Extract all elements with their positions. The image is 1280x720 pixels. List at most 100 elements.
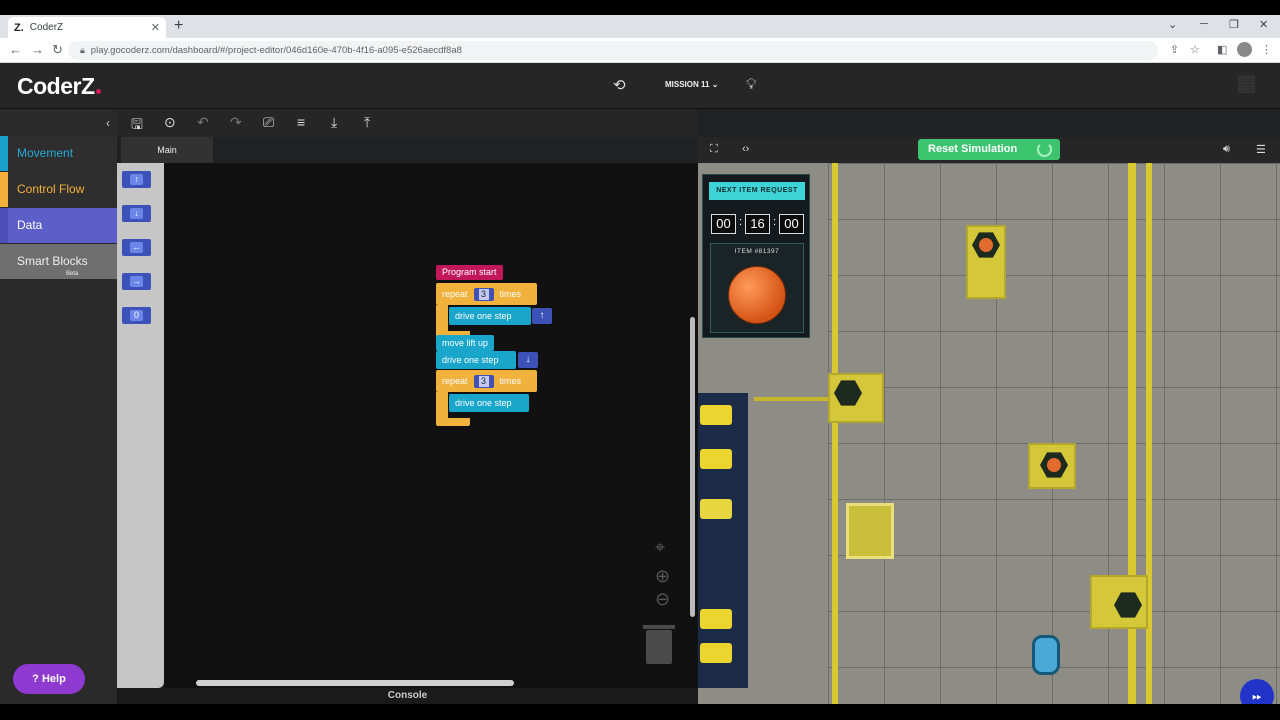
lock-icon: 🔒︎	[80, 45, 85, 55]
bookmark-star-icon[interactable]: ☆	[1190, 43, 1200, 56]
hex-marker	[1114, 592, 1142, 618]
arrow-left-icon: ←	[130, 242, 143, 253]
item-label: ITEM #81397	[734, 248, 780, 255]
warehouse-floor	[828, 163, 1280, 704]
recenter-icon[interactable]: ⌖	[655, 537, 665, 558]
robot	[1032, 635, 1060, 675]
undo-icon[interactable]: ↶	[197, 114, 209, 131]
back-icon[interactable]: ←	[9, 42, 22, 57]
flyout-block-right[interactable]: →	[122, 273, 151, 290]
console-toggle[interactable]: Console	[117, 688, 698, 704]
horizontal-scrollbar[interactable]	[196, 680, 514, 686]
minimize-icon[interactable]: ─	[1200, 18, 1208, 30]
beta-badge: Beta	[66, 271, 79, 277]
cast-icon[interactable]: ⎚	[263, 114, 274, 131]
redo-icon[interactable]: ↷	[230, 114, 242, 131]
reload-icon[interactable]: ↻	[52, 42, 63, 58]
sidebar-icon[interactable]: ◧	[1217, 43, 1227, 56]
repeat-label: repeat	[442, 289, 468, 299]
fast-forward-icon: ⏩︎	[1252, 689, 1262, 703]
category-control-flow[interactable]: Control Flow	[0, 172, 117, 207]
direction-up[interactable]: ↑	[532, 308, 552, 324]
flyout-block-left[interactable]: ←	[122, 239, 151, 256]
request-title: NEXT ITEM REQUEST	[709, 182, 805, 200]
flyout-block-down[interactable]: ↓	[122, 205, 151, 222]
new-tab-icon[interactable]: +	[174, 17, 183, 35]
category-smart-blocks[interactable]: Smart Blocks Beta	[0, 244, 117, 279]
reset-simulation-button[interactable]: Reset Simulation	[918, 139, 1060, 160]
tab-main[interactable]: Main	[121, 137, 213, 163]
reset-label: Reset Simulation	[928, 143, 1018, 155]
category-panel: ‹ Movement Control Flow Data Smart Block…	[0, 109, 117, 704]
program-start-block[interactable]: Program start	[436, 265, 503, 280]
settings-sliders-icon[interactable]: ☰	[1256, 143, 1266, 156]
crate	[966, 225, 1006, 299]
profile-avatar[interactable]	[1237, 42, 1252, 57]
lightbulb-icon[interactable]: 💡︎	[746, 76, 757, 93]
drive-block-2[interactable]: drive one step	[436, 351, 516, 369]
run-icon[interactable]: ⊙	[164, 114, 176, 131]
conveyor-box	[700, 499, 732, 519]
move-lift-up-block[interactable]: move lift up	[436, 335, 495, 351]
collapse-panel-icon[interactable]: ‹	[106, 116, 110, 130]
category-data[interactable]: Data	[0, 208, 117, 243]
timer-hours: 00	[711, 214, 736, 234]
drive-block-1[interactable]: drive one step	[449, 307, 531, 325]
upload-icon[interactable]: ⤒	[364, 114, 370, 131]
save-icon[interactable]: 🖫︎	[131, 114, 143, 138]
times-label: times	[499, 376, 522, 386]
arrow-right-icon: →	[130, 276, 143, 287]
repeat-count-2[interactable]: 3	[473, 375, 494, 389]
browser-tab[interactable]: Z. CoderZ ✕	[8, 17, 166, 38]
floor-stripe	[754, 397, 830, 401]
flyout-block-number[interactable]: 0	[122, 307, 151, 324]
chevron-down-icon[interactable]: ⌄	[1168, 18, 1177, 31]
forward-icon[interactable]: →	[31, 42, 44, 57]
flyout-block-up[interactable]: ↑	[122, 171, 151, 188]
trash-icon[interactable]	[643, 625, 675, 664]
logo-dot	[95, 89, 101, 94]
repeat-count-value: 3	[478, 289, 489, 301]
repeat-count-1[interactable]: 3	[473, 288, 494, 302]
direction-down[interactable]: ↓	[518, 352, 538, 368]
history-icon[interactable]: ⟲	[613, 76, 626, 94]
volume-icon[interactable]: 🔊︎	[1223, 143, 1230, 156]
repeat-block-2[interactable]: repeat 3 times	[436, 370, 537, 392]
vertical-scrollbar[interactable]	[690, 317, 695, 617]
basketball-icon	[728, 266, 786, 324]
maximize-icon[interactable]: ❐	[1229, 18, 1239, 31]
tab-title: CoderZ	[29, 22, 64, 33]
drive-block-3[interactable]: drive one step	[449, 394, 529, 412]
browser-tab-bar: Z. CoderZ ✕ + ⌄ ─ ❐ ✕	[0, 15, 1280, 38]
add-block-icon[interactable]: ≡	[297, 114, 305, 130]
download-icon[interactable]: ⤓	[331, 114, 337, 131]
close-window-icon[interactable]: ✕	[1259, 18, 1268, 31]
zoom-in-icon[interactable]: ⊕	[655, 566, 670, 587]
help-button[interactable]: ? Help	[13, 664, 85, 694]
menu-dots-icon[interactable]: ⋮	[1261, 43, 1272, 56]
coderz-logo[interactable]: CoderZ	[17, 73, 101, 100]
repeat-block-1[interactable]: repeat 3 times	[436, 283, 537, 305]
help-label: Help	[41, 673, 66, 685]
block-flyout: ↑ ↓ ← → 0	[117, 163, 164, 688]
conveyor-box	[700, 449, 732, 469]
mission-selector[interactable]: MISSION 11 ⌄	[665, 80, 718, 89]
app-header: CoderZ ⟲ MISSION 11 ⌄ 💡︎ ▒▒▒ ▒▒▒	[0, 63, 1280, 109]
chevron-down-icon: ⌄	[711, 80, 719, 89]
close-tab-icon[interactable]: ✕	[151, 21, 160, 34]
fullscreen-icon[interactable]: ⛶	[710, 143, 718, 156]
timer-colon: :	[739, 216, 743, 228]
code-view-icon[interactable]: ‹›	[742, 143, 749, 155]
repeat-1-stem	[436, 305, 448, 333]
share-icon[interactable]: ⇪	[1170, 43, 1179, 56]
logo-text: CoderZ	[17, 73, 95, 99]
url-field[interactable]: 🔒︎ play.gocoderz.com/dashboard/#/project-…	[68, 41, 1158, 60]
crate	[828, 373, 884, 423]
url-text: play.gocoderz.com/dashboard/#/project-ed…	[90, 45, 462, 56]
workspace-canvas[interactable]	[164, 163, 698, 688]
zoom-out-icon[interactable]: ⊖	[655, 589, 670, 610]
conveyor-belt	[698, 393, 748, 688]
partner-logo: ▒▒▒ ▒▒▒	[1238, 75, 1256, 93]
category-movement[interactable]: Movement	[0, 136, 117, 171]
timer-colon: :	[773, 216, 777, 228]
